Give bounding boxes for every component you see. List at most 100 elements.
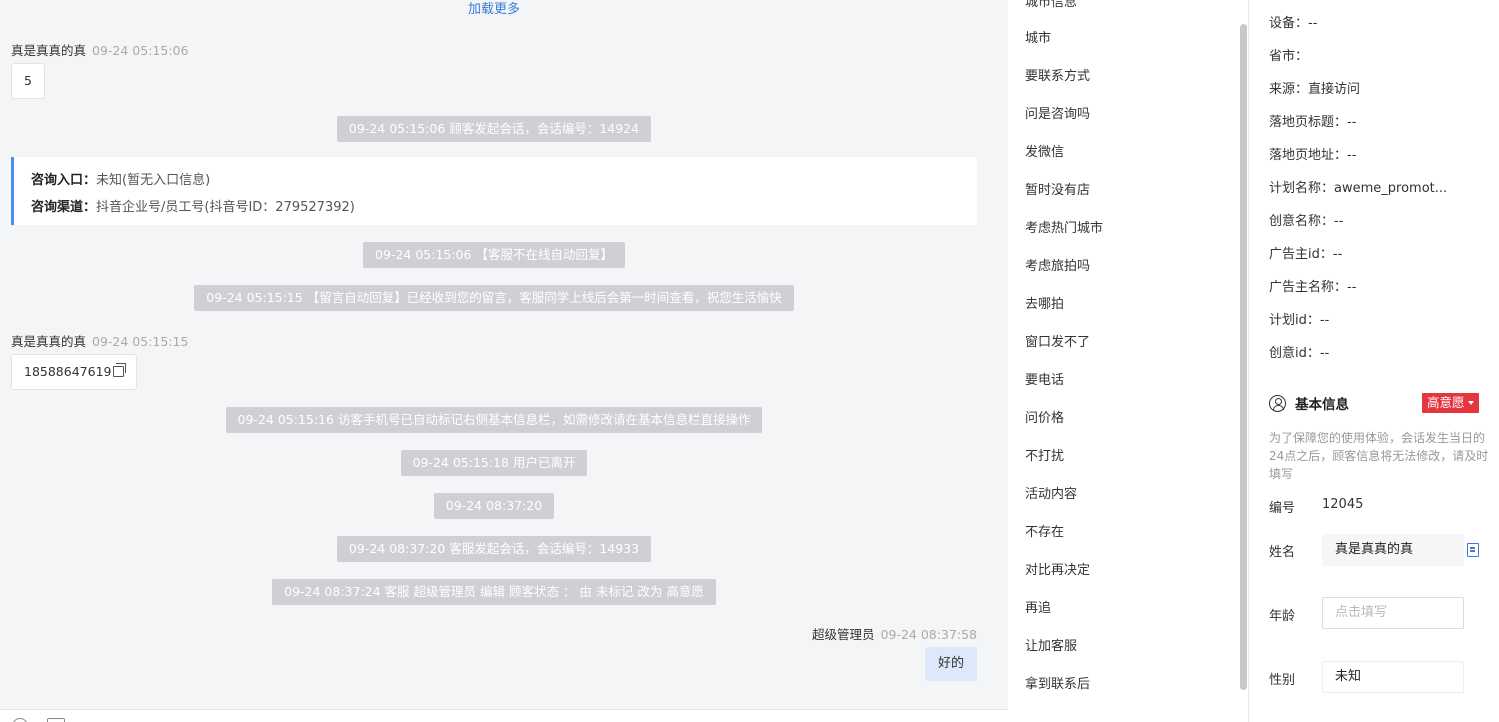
customer-info-panel: 设备：-- 省市： 来源：直接访问 落地页标题：-- 落地页地址：-- 计划名称… — [1249, 0, 1499, 722]
info-label: 省市： — [1269, 49, 1309, 64]
message-bubble: 5 — [11, 63, 45, 99]
info-label: 计划名称： — [1269, 181, 1335, 196]
info-value: 直接访问 — [1308, 82, 1361, 97]
message-time: 09-24 08:37:58 — [880, 627, 977, 642]
chat-panel: 加载更多 真是真真的真 09-24 05:15:06 5 09-24 05:15:… — [0, 0, 1008, 722]
tag-item[interactable]: 考虑热门城市 — [1025, 217, 1103, 236]
info-source: 来源：直接访问 — [1269, 78, 1360, 97]
message-time: 09-24 05:15:15 — [92, 334, 189, 349]
system-message: 09-24 05:15:18 用户已离开 — [0, 450, 988, 476]
tag-item[interactable]: 发微信 — [1025, 141, 1064, 160]
basic-info-label: 基本信息 — [1295, 397, 1349, 413]
tag-item[interactable]: 窗口发不了 — [1025, 331, 1090, 350]
info-value: -- — [1308, 16, 1318, 31]
info-plan-id: 计划id：-- — [1269, 309, 1329, 328]
tag-item[interactable]: 拿到联系后 — [1025, 673, 1090, 692]
name-field[interactable]: 真是真真的真 — [1322, 534, 1464, 566]
message-time: 09-24 05:15:06 — [92, 43, 189, 58]
agent-message-bubble: 好的 — [924, 647, 977, 681]
image-icon[interactable] — [47, 718, 65, 722]
info-label: 设备： — [1269, 16, 1309, 31]
system-message-text: 09-24 08:37:24 客服 超级管理员 编辑 顾客状态 ： 由 未标记 … — [272, 579, 716, 605]
tag-item[interactable]: 城市信息 — [1025, 0, 1077, 10]
sender-name: 真是真真的真 — [11, 334, 87, 349]
message-text: 18588647619 — [24, 364, 112, 379]
info-landing-url: 落地页地址：-- — [1269, 144, 1356, 163]
agent-name: 超级管理员 — [812, 627, 875, 642]
info-province: 省市： — [1269, 45, 1308, 64]
info-label: 创意名称： — [1269, 214, 1335, 229]
tag-item[interactable]: 对比再决定 — [1025, 559, 1090, 578]
sender-name: 真是真真的真 — [11, 43, 87, 58]
info-label: 广告主名称： — [1269, 280, 1348, 295]
system-message-text: 09-24 05:15:16 访客手机号已自动标记右侧基本信息栏，如需修改请在基… — [225, 407, 763, 433]
info-advertiser-name: 广告主名称：-- — [1269, 276, 1356, 295]
intent-status-dropdown[interactable]: 高意愿 — [1422, 393, 1479, 413]
caret-down-icon — [1467, 401, 1474, 405]
tag-item[interactable]: 问价格 — [1025, 407, 1064, 426]
channel-value: 抖音企业号/员工号(抖音号ID：279527392) — [96, 200, 355, 215]
info-label: 广告主id： — [1269, 247, 1333, 262]
system-message: 09-24 08:37:20 — [0, 493, 988, 519]
user-circle-icon — [1269, 394, 1286, 412]
tag-item[interactable]: 问是咨询吗 — [1025, 103, 1090, 122]
tag-item[interactable]: 再追 — [1025, 597, 1051, 616]
tag-item[interactable]: 不打扰 — [1025, 445, 1064, 464]
info-value: -- — [1347, 280, 1357, 295]
system-message: 09-24 05:15:16 访客手机号已自动标记右侧基本信息栏，如需修改请在基… — [0, 407, 988, 433]
info-value: aweme_promot... — [1334, 181, 1448, 196]
name-label: 姓名 — [1269, 545, 1296, 560]
copy-icon[interactable] — [113, 363, 127, 377]
message-bubble: 18588647619 — [11, 354, 138, 390]
tag-item[interactable]: 去哪拍 — [1025, 293, 1064, 312]
message-text: 5 — [24, 73, 32, 88]
message-header: 真是真真的真 09-24 05:15:15 — [11, 331, 188, 350]
system-message: 09-24 08:37:24 客服 超级管理员 编辑 顾客状态 ： 由 未标记 … — [0, 579, 988, 605]
entry-label: 咨询入口： — [31, 173, 97, 188]
copy-icon[interactable] — [1467, 543, 1479, 557]
entry-value: 未知(暂无入口信息) — [96, 173, 211, 188]
tag-item[interactable]: 要电话 — [1025, 369, 1064, 388]
quick-tag-list: 城市信息 城市 要联系方式 问是咨询吗 发微信 暂时没有店 考虑热门城市 考虑旅… — [1008, 0, 1248, 722]
info-device: 设备：-- — [1269, 12, 1317, 31]
tag-item[interactable]: 暂时没有店 — [1025, 179, 1090, 198]
info-value: -- — [1334, 214, 1344, 229]
system-message: 09-24 08:37:20 客服发起会话，会话编号：14933 — [0, 536, 988, 562]
tag-item[interactable]: 考虑旅拍吗 — [1025, 255, 1090, 274]
id-value: 12045 — [1322, 497, 1364, 512]
system-message-text: 09-24 05:15:18 用户已离开 — [400, 450, 588, 476]
info-label: 计划id： — [1269, 313, 1320, 328]
gender-label: 性别 — [1269, 673, 1296, 688]
tag-item[interactable]: 城市 — [1025, 27, 1051, 46]
entry-row: 咨询入口：未知(暂无入口信息) — [31, 167, 977, 194]
system-message-text: 09-24 05:15:06 顾客发起会话，会话编号：14924 — [336, 116, 652, 142]
tag-item[interactable]: 要联系方式 — [1025, 65, 1090, 84]
tag-item[interactable]: 活动内容 — [1025, 483, 1077, 502]
agent-message-header: 超级管理员 09-24 08:37:58 — [812, 624, 977, 643]
load-more-link[interactable]: 加载更多 — [0, 0, 988, 17]
info-plan-name: 计划名称：aweme_promot... — [1269, 177, 1447, 196]
consult-entry-card: 咨询入口：未知(暂无入口信息) 咨询渠道：抖音企业号/员工号(抖音号ID：279… — [11, 157, 977, 225]
info-value: -- — [1319, 346, 1330, 361]
tag-list-scrollbar[interactable] — [1240, 24, 1247, 690]
tag-item[interactable]: 让加客服 — [1025, 635, 1077, 654]
info-label: 创意id： — [1269, 346, 1320, 361]
info-advertiser-id: 广告主id：-- — [1269, 243, 1342, 262]
info-value: -- — [1347, 148, 1357, 163]
system-message: 09-24 05:15:06 【客服不在线自动回复】 — [0, 242, 988, 268]
emoji-icon[interactable] — [12, 718, 28, 722]
tag-item[interactable]: 不存在 — [1025, 521, 1064, 540]
message-text: 好的 — [937, 656, 964, 671]
basic-info-title: 基本信息 — [1269, 393, 1349, 413]
age-label: 年龄 — [1269, 609, 1296, 624]
info-landing-title: 落地页标题：-- — [1269, 111, 1356, 130]
system-message: 09-24 05:15:15 【留言自动回复】已经收到您的留言，客服同学上线后会… — [0, 285, 988, 311]
info-value: -- — [1319, 313, 1330, 328]
info-value: -- — [1347, 115, 1357, 130]
intent-status-label: 高意愿 — [1427, 395, 1465, 410]
gender-select[interactable]: 未知 — [1322, 661, 1464, 693]
info-value: -- — [1332, 247, 1343, 262]
edit-notice: 为了保障您的使用体验，会话发生当日的24点之后，顾客信息将无法修改，请及时填写 — [1269, 431, 1489, 481]
channel-label: 咨询渠道： — [31, 200, 97, 215]
age-input[interactable]: 点击填写 — [1322, 597, 1464, 629]
